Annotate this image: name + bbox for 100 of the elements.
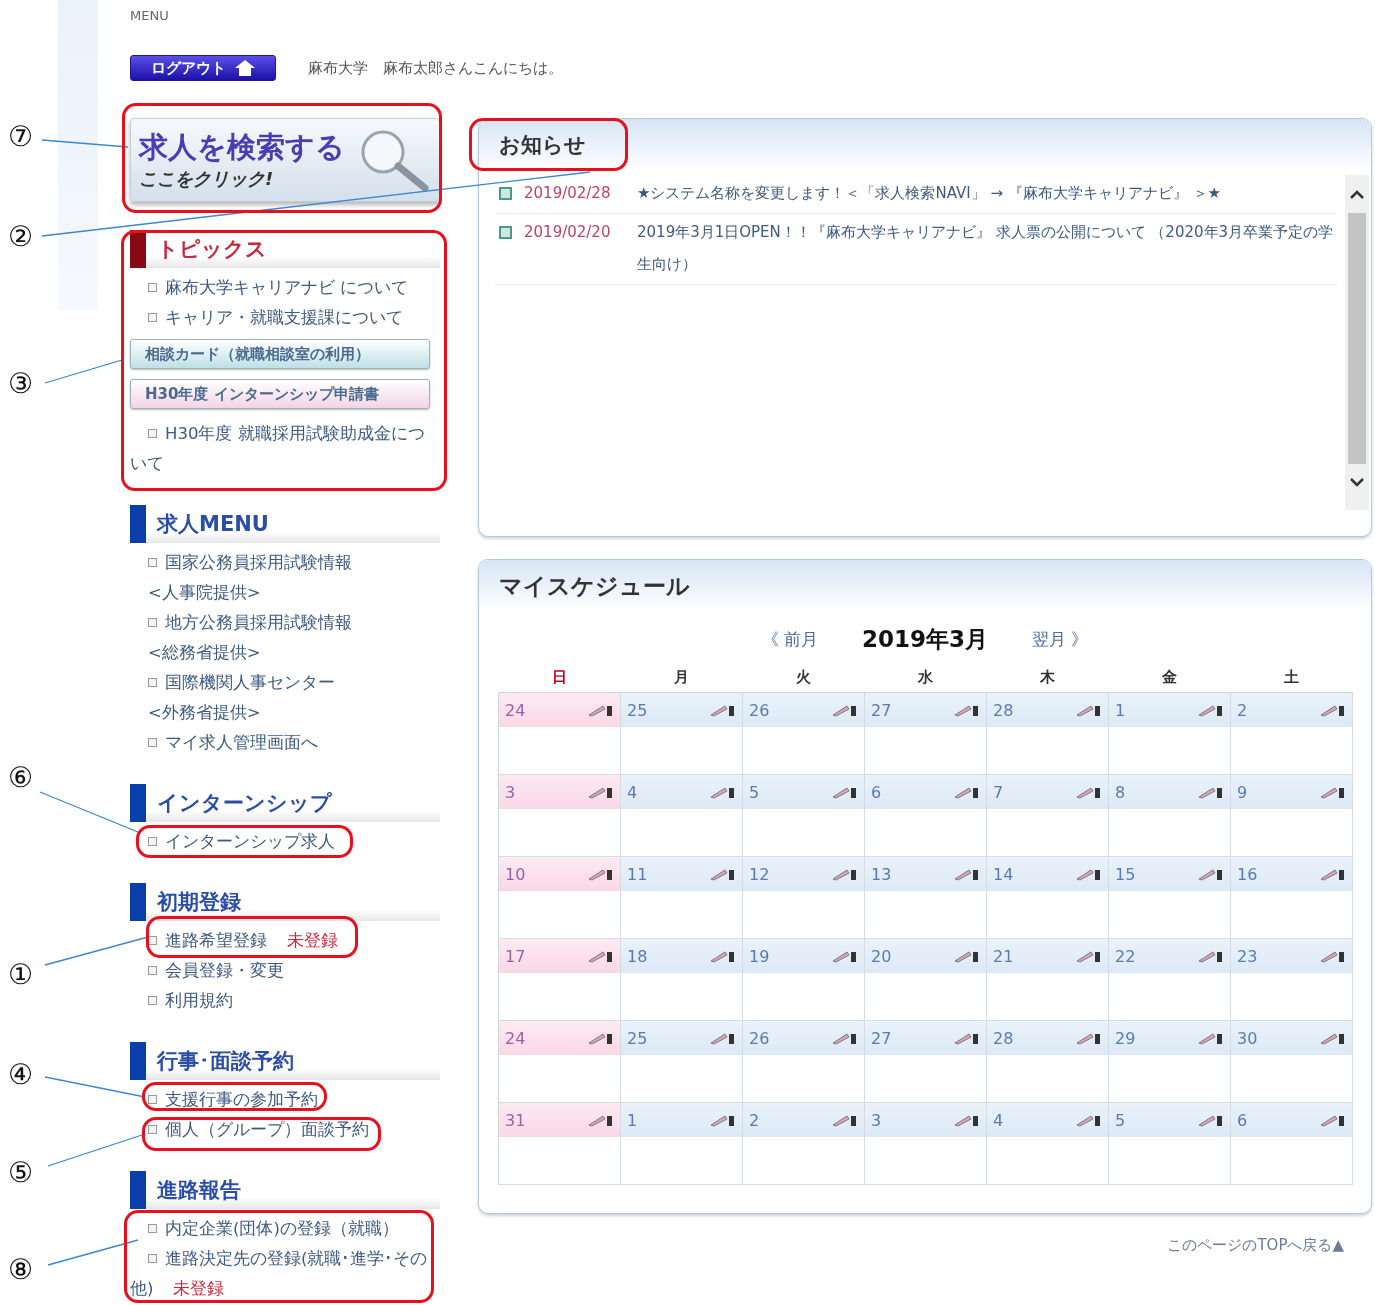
calendar-cell[interactable]: 3 xyxy=(499,775,621,857)
calendar-cell[interactable]: 29 xyxy=(1109,1021,1231,1103)
pencil-icon[interactable] xyxy=(588,867,614,881)
pencil-icon[interactable] xyxy=(710,703,736,717)
calendar-cell[interactable]: 1 xyxy=(621,1103,743,1185)
pencil-icon[interactable] xyxy=(588,1031,614,1045)
calendar-cell[interactable]: 25 xyxy=(621,693,743,775)
calendar-cell[interactable]: 2 xyxy=(743,1103,865,1185)
calendar-cell[interactable]: 6 xyxy=(1231,1103,1353,1185)
pencil-icon[interactable] xyxy=(710,1031,736,1045)
calendar-cell[interactable]: 19 xyxy=(743,939,865,1021)
pencil-icon[interactable] xyxy=(954,867,980,881)
calendar-cell[interactable]: 10 xyxy=(499,857,621,939)
news-link[interactable]: 2019年3月1日OPEN！！『麻布大学キャリアナビ』 求人票の公開について （2020年3月卒業予定の学生向け） xyxy=(637,216,1337,280)
pencil-icon[interactable] xyxy=(1198,867,1224,881)
back-to-top-link[interactable]: このページのTOPへ戻る▲ xyxy=(1167,1236,1344,1254)
logout-button[interactable]: ログアウト xyxy=(130,55,276,81)
calendar-cell[interactable]: 2 xyxy=(1231,693,1353,775)
pencil-icon[interactable] xyxy=(1076,949,1102,963)
next-month-link[interactable]: 翌月 》 xyxy=(1032,627,1089,651)
calendar-cell[interactable]: 23 xyxy=(1231,939,1353,1021)
calendar-cell[interactable]: 15 xyxy=(1109,857,1231,939)
pencil-icon[interactable] xyxy=(954,1113,980,1127)
calendar-cell[interactable]: 7 xyxy=(987,775,1109,857)
pencil-icon[interactable] xyxy=(1198,1113,1224,1127)
pencil-icon[interactable] xyxy=(1198,949,1224,963)
pencil-icon[interactable] xyxy=(954,785,980,799)
calendar-cell[interactable]: 24 xyxy=(499,693,621,775)
pencil-icon[interactable] xyxy=(954,703,980,717)
pencil-icon[interactable] xyxy=(1320,1031,1346,1045)
pencil-icon[interactable] xyxy=(588,949,614,963)
pencil-icon[interactable] xyxy=(954,949,980,963)
calendar-cell[interactable]: 8 xyxy=(1109,775,1231,857)
sidebar-button[interactable]: H30年度 インターンシップ申請書 xyxy=(130,379,430,409)
pencil-icon[interactable] xyxy=(1198,1031,1224,1045)
calendar-cell[interactable]: 17 xyxy=(499,939,621,1021)
panel-title: マイスケジュール xyxy=(499,571,690,601)
pencil-icon[interactable] xyxy=(1076,867,1102,881)
pencil-icon[interactable] xyxy=(710,785,736,799)
calendar-cell[interactable]: 20 xyxy=(865,939,987,1021)
pencil-icon[interactable] xyxy=(832,785,858,799)
calendar-cell[interactable]: 4 xyxy=(621,775,743,857)
weekday-label: 火 xyxy=(794,667,812,687)
calendar-cell[interactable]: 12 xyxy=(743,857,865,939)
job-search-banner[interactable]: 求人を検索する ここをクリック! xyxy=(130,118,440,202)
pencil-icon[interactable] xyxy=(832,1031,858,1045)
pencil-icon[interactable] xyxy=(832,867,858,881)
calendar-cell[interactable]: 16 xyxy=(1231,857,1353,939)
calendar-cell[interactable]: 24 xyxy=(499,1021,621,1103)
previous-month-link[interactable]: 《 前月 xyxy=(761,627,818,651)
chevron-down-icon[interactable] xyxy=(1349,476,1365,488)
calendar-cell[interactable]: 6 xyxy=(865,775,987,857)
calendar-cell[interactable]: 13 xyxy=(865,857,987,939)
pencil-icon[interactable] xyxy=(1076,703,1102,717)
calendar-cell[interactable]: 1 xyxy=(1109,693,1231,775)
calendar-cell[interactable]: 28 xyxy=(987,693,1109,775)
pencil-icon[interactable] xyxy=(1320,1113,1346,1127)
pencil-icon[interactable] xyxy=(1076,1031,1102,1045)
calendar-cell[interactable]: 21 xyxy=(987,939,1109,1021)
calendar-cell[interactable]: 14 xyxy=(987,857,1109,939)
calendar-cell[interactable]: 4 xyxy=(987,1103,1109,1185)
calendar-cell[interactable]: 30 xyxy=(1231,1021,1353,1103)
pencil-icon[interactable] xyxy=(1198,785,1224,799)
pencil-icon[interactable] xyxy=(588,703,614,717)
pencil-icon[interactable] xyxy=(710,1113,736,1127)
pencil-icon[interactable] xyxy=(710,949,736,963)
calendar-cell[interactable]: 26 xyxy=(743,693,865,775)
pencil-icon[interactable] xyxy=(1320,785,1346,799)
calendar-cell[interactable]: 31 xyxy=(499,1103,621,1185)
pencil-icon[interactable] xyxy=(1076,785,1102,799)
calendar-cell[interactable]: 11 xyxy=(621,857,743,939)
pencil-icon[interactable] xyxy=(710,867,736,881)
calendar-cell[interactable]: 28 xyxy=(987,1021,1109,1103)
chevron-up-icon[interactable] xyxy=(1349,189,1365,201)
pencil-icon[interactable] xyxy=(1320,867,1346,881)
calendar-cell[interactable]: 18 xyxy=(621,939,743,1021)
day-number: 8 xyxy=(1115,782,1126,802)
pencil-icon[interactable] xyxy=(1320,949,1346,963)
pencil-icon[interactable] xyxy=(1198,703,1224,717)
calendar-cell[interactable]: 27 xyxy=(865,1021,987,1103)
pencil-icon[interactable] xyxy=(832,1113,858,1127)
calendar-cell[interactable]: 27 xyxy=(865,693,987,775)
scrollbar[interactable] xyxy=(1345,175,1369,510)
sidebar-button[interactable]: 相談カード（就職相談室の利用） xyxy=(130,339,430,369)
pencil-icon[interactable] xyxy=(832,949,858,963)
pencil-icon[interactable] xyxy=(1320,703,1346,717)
calendar-cell[interactable]: 26 xyxy=(743,1021,865,1103)
pencil-icon[interactable] xyxy=(588,1113,614,1127)
day-number: 7 xyxy=(993,782,1004,802)
pencil-icon[interactable] xyxy=(588,785,614,799)
pencil-icon[interactable] xyxy=(1076,1113,1102,1127)
pencil-icon[interactable] xyxy=(832,703,858,717)
calendar-cell[interactable]: 9 xyxy=(1231,775,1353,857)
news-link[interactable]: ★システム名称を変更します！＜「求人検索NAVI」 → 『麻布大学キャリアナビ』 ＞★ xyxy=(637,177,1221,209)
calendar-cell[interactable]: 5 xyxy=(1109,1103,1231,1185)
pencil-icon[interactable] xyxy=(954,1031,980,1045)
calendar-cell[interactable]: 25 xyxy=(621,1021,743,1103)
calendar-cell[interactable]: 5 xyxy=(743,775,865,857)
calendar-cell[interactable]: 22 xyxy=(1109,939,1231,1021)
calendar-cell[interactable]: 3 xyxy=(865,1103,987,1185)
